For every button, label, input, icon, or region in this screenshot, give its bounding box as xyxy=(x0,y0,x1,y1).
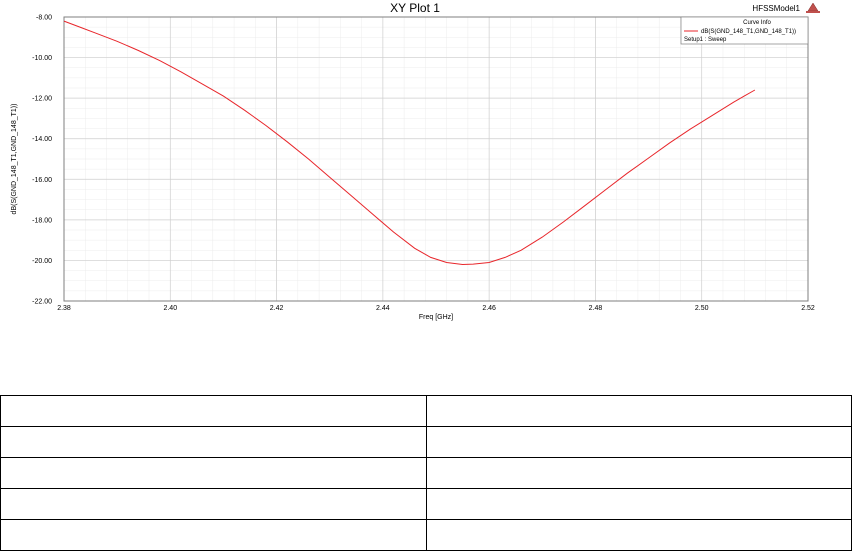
y-tick-label: -14.00 xyxy=(32,136,52,143)
x-tick-label: 2.40 xyxy=(163,305,177,312)
empty-table xyxy=(0,395,852,551)
table-cell xyxy=(0,457,427,489)
table-cell xyxy=(425,395,852,427)
y-tick-label: -18.00 xyxy=(32,217,52,224)
ansoft-logo-base xyxy=(806,11,820,13)
x-tick-label: 2.46 xyxy=(482,305,496,312)
table-cell xyxy=(425,488,852,520)
table-cell xyxy=(0,426,427,458)
legend-sub-entry: Setup1 : Sweep xyxy=(684,37,727,43)
x-axis-label: Freq [GHz] xyxy=(419,314,453,321)
table-row xyxy=(0,519,852,551)
table-row xyxy=(0,488,852,520)
curve-info-legend[interactable]: Curve Info dB(S(GND_148_T1,GND_148_T1)) … xyxy=(680,16,809,45)
y-tick-label: -20.00 xyxy=(32,258,52,265)
y-axis-label: dB(S(GND_148_T1,GND_148_T1)) xyxy=(11,104,18,215)
legend-entry: dB(S(GND_148_T1,GND_148_T1)) xyxy=(701,29,796,35)
y-tick-label: -22.00 xyxy=(32,299,52,306)
chart-title: XY Plot 1 xyxy=(390,1,440,15)
table-cell xyxy=(425,426,852,458)
x-tick-label: 2.44 xyxy=(376,305,390,312)
table-cell xyxy=(0,395,427,427)
table-cell xyxy=(0,488,427,520)
table-cell xyxy=(425,457,852,489)
x-tick-label: 2.38 xyxy=(57,305,71,312)
table-row xyxy=(0,457,852,489)
xy-plot-region: XY Plot 1 HFSSModel1 2.38 2.40 2.42 2.44 2.4… xyxy=(0,0,853,340)
x-tick-label: 2.52 xyxy=(801,305,815,312)
table-cell xyxy=(425,519,852,551)
legend-title: Curve Info xyxy=(743,20,771,26)
table-row xyxy=(0,395,852,427)
y-tick-label: -10.00 xyxy=(32,55,52,62)
table-row xyxy=(0,426,852,458)
x-tick-label: 2.48 xyxy=(589,305,603,312)
model-name: HFSSModel1 xyxy=(752,4,800,13)
y-tick-label: -8.00 xyxy=(36,15,52,22)
table-cell xyxy=(0,519,427,551)
x-tick-label: 2.42 xyxy=(270,305,284,312)
xy-plot-chart: XY Plot 1 HFSSModel1 2.38 2.40 2.42 2.44 2.4… xyxy=(0,0,853,340)
y-tick-label: -16.00 xyxy=(32,177,52,184)
y-tick-label: -12.00 xyxy=(32,96,52,103)
x-tick-label: 2.50 xyxy=(695,305,709,312)
